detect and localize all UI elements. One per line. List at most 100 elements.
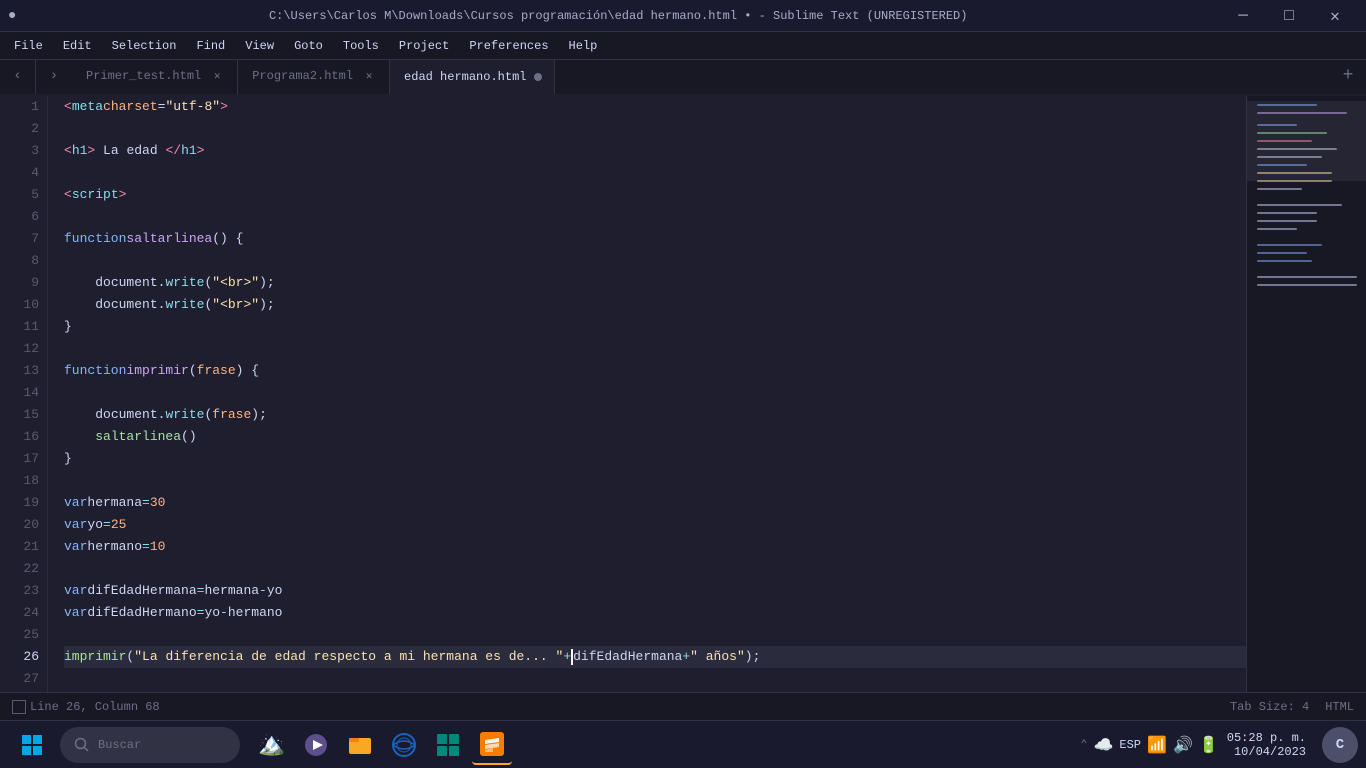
tray-wifi-icon[interactable]: 📶	[1147, 735, 1167, 755]
tab-edad-hermano[interactable]: edad hermano.html	[390, 60, 555, 94]
line-numbers: 1 2 3 4 5 6 7 8 9 10 11 12 13 14 15 16 1…	[0, 96, 48, 692]
minimap	[1246, 96, 1366, 692]
line-num-23: 23	[0, 580, 39, 602]
line-num-2: 2	[0, 118, 39, 140]
tray-cloud-icon[interactable]: ☁️	[1093, 735, 1113, 755]
search-placeholder: Buscar	[98, 738, 141, 752]
code-line-3: <h1> La edad </h1>	[64, 140, 1246, 162]
clock[interactable]: 05:28 p. m. 10/04/2023	[1227, 731, 1306, 759]
tab-primer-test[interactable]: Primer_test.html ✕	[72, 60, 238, 94]
line-num-28: 28	[0, 690, 39, 692]
line-num-20: 20	[0, 514, 39, 536]
code-line-16: saltarlinea()	[64, 426, 1246, 448]
maximize-button[interactable]: □	[1266, 0, 1312, 32]
menu-project[interactable]: Project	[389, 35, 459, 57]
tab-programa2[interactable]: Programa2.html ✕	[238, 60, 390, 94]
tab-label: Primer_test.html	[86, 69, 201, 83]
minimize-button[interactable]: ─	[1220, 0, 1266, 32]
line-num-12: 12	[0, 338, 39, 360]
code-line-23: var difEdadHermana = hermana - yo	[64, 580, 1246, 602]
line-num-4: 4	[0, 162, 39, 184]
line-num-25: 25	[0, 624, 39, 646]
code-line-13: function imprimir(frase) {	[64, 360, 1246, 382]
code-line-9: document.write("<br>");	[64, 272, 1246, 294]
menu-goto[interactable]: Goto	[284, 35, 333, 57]
tab-size-status[interactable]: Tab Size: 4	[1230, 700, 1309, 714]
tab-bar: ‹ › Primer_test.html ✕ Programa2.html ✕ …	[0, 60, 1366, 96]
line-column-status: Line 26, Column 68	[30, 700, 160, 714]
code-line-28: imprimir("La diferencia de edad respecto…	[64, 690, 1246, 692]
tab-close-programa2[interactable]: ✕	[361, 68, 377, 84]
tray-speaker-icon[interactable]: 🔊	[1173, 735, 1193, 755]
tray-battery-icon[interactable]: 🔋	[1199, 735, 1219, 755]
tab-close-primer[interactable]: ✕	[209, 68, 225, 84]
tab-label: edad hermano.html	[404, 70, 526, 84]
close-button[interactable]: ✕	[1312, 0, 1358, 32]
clock-time: 05:28 p. m.	[1227, 731, 1306, 745]
code-line-6	[64, 206, 1246, 228]
menu-file[interactable]: File	[4, 35, 53, 57]
code-line-11: }	[64, 316, 1246, 338]
code-line-27	[64, 668, 1246, 690]
line-num-17: 17	[0, 448, 39, 470]
line-num-14: 14	[0, 382, 39, 404]
line-num-8: 8	[0, 250, 39, 272]
code-line-26: imprimir("La diferencia de edad respecto…	[64, 646, 1246, 668]
code-line-19: var hermana = 30	[64, 492, 1246, 514]
taskbar-store-icon[interactable]	[428, 725, 468, 765]
line-num-5: 5	[0, 184, 39, 206]
line-num-3: 3	[0, 140, 39, 162]
menu-selection[interactable]: Selection	[102, 35, 187, 57]
menu-preferences[interactable]: Preferences	[459, 35, 558, 57]
tab-add-button[interactable]: +	[1330, 60, 1366, 94]
line-num-18: 18	[0, 470, 39, 492]
code-line-8	[64, 250, 1246, 272]
window-controls[interactable]: ─ □ ✕	[1220, 0, 1358, 32]
line-num-6: 6	[0, 206, 39, 228]
taskbar-app-icons: 🏔️	[252, 725, 512, 765]
menu-help[interactable]: Help	[559, 35, 608, 57]
language-status[interactable]: HTML	[1325, 700, 1354, 714]
code-line-18	[64, 470, 1246, 492]
tray-icons[interactable]: ⌃ ☁️ ESP 📶 🔊 🔋	[1080, 735, 1219, 755]
menu-view[interactable]: View	[235, 35, 284, 57]
menu-tools[interactable]: Tools	[333, 35, 389, 57]
line-num-13: 13	[0, 360, 39, 382]
title-bar: ● C:\Users\Carlos M\Downloads\Cursos pro…	[0, 0, 1366, 32]
line-num-15: 15	[0, 404, 39, 426]
taskbar: Buscar 🏔️	[0, 720, 1366, 768]
tray-arrow-icon[interactable]: ⌃	[1080, 737, 1087, 752]
system-tray: ⌃ ☁️ ESP 📶 🔊 🔋 05:28 p. m. 10/04/2023 C	[1080, 727, 1358, 763]
status-right: Tab Size: 4 HTML	[1230, 700, 1354, 714]
code-content[interactable]: <meta charset="utf-8"> <h1> La edad </h1…	[48, 96, 1246, 692]
taskbar-sublime-icon[interactable]	[472, 725, 512, 765]
start-button[interactable]	[12, 725, 52, 765]
code-line-20: var yo = 25	[64, 514, 1246, 536]
code-line-25	[64, 624, 1246, 646]
taskbar-browser-icon[interactable]	[384, 725, 424, 765]
menu-find[interactable]: Find	[186, 35, 235, 57]
code-line-7: function saltarlinea() {	[64, 228, 1246, 250]
tab-nav-left[interactable]: ‹	[0, 60, 36, 94]
user-avatar[interactable]: C	[1322, 727, 1358, 763]
code-line-24: var difEdadHermano = yo - hermano	[64, 602, 1246, 624]
code-line-12	[64, 338, 1246, 360]
code-line-21: var hermano = 10	[64, 536, 1246, 558]
taskbar-search[interactable]: Buscar	[60, 727, 240, 763]
taskbar-video-icon[interactable]	[296, 725, 336, 765]
code-line-10: document.write("<br>");	[64, 294, 1246, 316]
line-num-16: 16	[0, 426, 39, 448]
tab-nav-right[interactable]: ›	[36, 60, 72, 94]
status-bar: Line 26, Column 68 Tab Size: 4 HTML	[0, 692, 1366, 720]
code-line-15: document.write(frase);	[64, 404, 1246, 426]
menu-edit[interactable]: Edit	[53, 35, 102, 57]
tray-lang-label[interactable]: ESP	[1119, 738, 1141, 752]
code-line-14	[64, 382, 1246, 404]
status-left: Line 26, Column 68	[12, 700, 160, 714]
window-title: C:\Users\Carlos M\Downloads\Cursos progr…	[16, 9, 1220, 23]
taskbar-photos-icon[interactable]: 🏔️	[252, 725, 292, 765]
line-num-10: 10	[0, 294, 39, 316]
taskbar-files-icon[interactable]	[340, 725, 380, 765]
cursor-indicator: Line 26, Column 68	[12, 700, 160, 714]
code-line-17: }	[64, 448, 1246, 470]
